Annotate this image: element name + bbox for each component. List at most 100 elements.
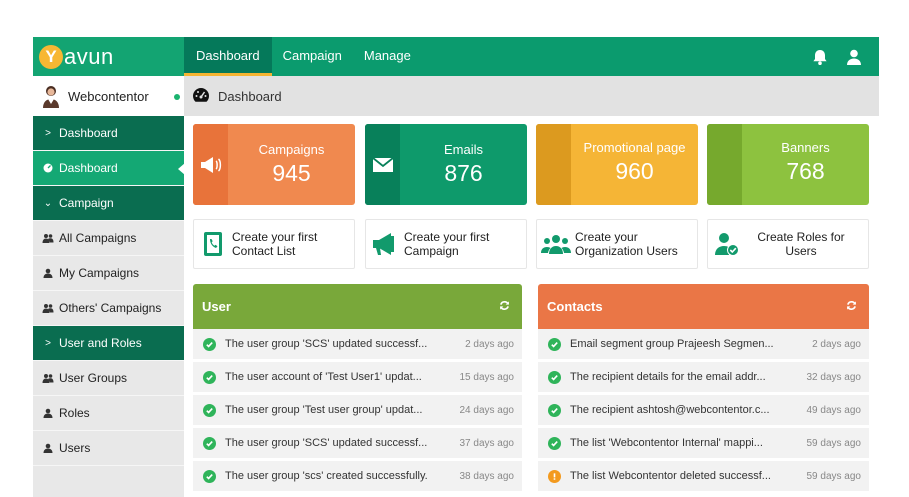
nav-campaign[interactable]: Campaign [272,37,353,76]
stat-card-label: Promotional page [583,140,686,155]
activity-text: The user group 'scs' created successfull… [225,470,428,482]
chevron-right-icon: > [45,337,51,349]
list-item[interactable]: The recipient details for the email addr… [538,362,869,395]
logo[interactable]: Y avun [33,37,184,76]
stat-card-label: Campaigns [258,142,325,157]
list-item[interactable]: The user group 'SCS' updated successf...… [193,329,522,362]
sidebar-item-users[interactable]: Users [33,431,184,466]
panel-header: User [193,284,522,329]
quick-action-organization-users[interactable]: Create your Organization Users [536,219,698,269]
sidebar-section-user-and-roles[interactable]: > User and Roles [33,326,184,361]
list-item[interactable]: The user group 'Test user group' updat..… [193,395,522,428]
sidebar-item-others-campaigns[interactable]: Others' Campaigns [33,291,184,326]
activity-text: Email segment group Prajeesh Segmen... [570,338,774,350]
sidebar-item-roles[interactable]: Roles [33,396,184,431]
sidebar-section-campaign[interactable]: ⌄ Campaign [33,186,184,221]
chevron-right-icon: > [45,127,51,139]
quick-action-campaign[interactable]: Create your first Campaign [365,219,527,269]
sidebar-item-all-campaigns[interactable]: All Campaigns [33,221,184,256]
list-item[interactable]: The user account of 'Test User1' updat..… [193,362,522,395]
nav-dashboard[interactable]: Dashboard [184,37,272,76]
list-item[interactable]: The recipient ashtosh@webcontentor.c... 4… [538,395,869,428]
quick-action-line: Create your first [404,230,490,244]
list-item[interactable]: The user group 'SCS' updated successf...… [193,428,522,461]
activity-time: 32 days ago [806,371,862,383]
group-icon [537,234,575,254]
user-activity-panel: User The user group 'SCS' updated succes… [193,284,522,494]
list-item[interactable]: The list Webcontentor deleted successf..… [538,461,869,494]
list-item[interactable]: The user group 'scs' created successfull… [193,461,522,494]
stat-card-banners[interactable]: Banners 768 [707,124,869,205]
quick-action-contact-list[interactable]: Create your first Contact List [193,219,355,269]
sidebar-item-label: Others' Campaigns [59,301,162,315]
quick-action-text: Create your first Campaign [404,230,489,258]
sidebar-item-my-campaigns[interactable]: My Campaigns [33,256,184,291]
user-icon [41,408,55,418]
avatar [41,84,61,108]
stat-card-value: 960 [615,158,654,184]
sidebar: Webcontentor > Dashboard Dashboard ⌄ Cam… [33,76,185,497]
card-accent [536,124,571,205]
activity-text: The user account of 'Test User1' updat..… [225,371,422,383]
activity-time: 37 days ago [459,437,515,449]
quick-action-line: Create your first [232,230,318,244]
sidebar-item-label: Roles [59,406,90,420]
online-status-dot [174,94,180,100]
activity-time: 15 days ago [459,371,515,383]
stat-card-emails[interactable]: Emails 876 [365,124,527,205]
activity-text: The list Webcontentor deleted successf..… [570,470,771,482]
quick-action-line: Users [785,244,817,258]
check-circle-icon [203,403,216,417]
sidebar-section-dashboard[interactable]: > Dashboard [33,116,184,151]
user-icon [41,443,55,453]
stat-card-value: 768 [786,158,825,184]
quick-action-roles[interactable]: Create Roles for Users [707,219,869,269]
check-circle-icon [203,337,216,351]
activity-time: 38 days ago [459,470,515,482]
app-window: Y avun Dashboard Campaign Manage Webcont… [33,37,879,497]
megaphone-icon [193,124,228,205]
refresh-icon[interactable] [846,299,857,314]
stat-card-promotional-page[interactable]: Promotional page 960 [536,124,698,205]
quick-action-text: Create your Organization Users [575,230,678,258]
activity-time: 2 days ago [812,338,861,350]
sidebar-item-label: Users [59,441,91,455]
quick-action-line: Contact List [232,244,296,258]
nav-manage[interactable]: Manage [353,37,422,76]
profile-icon[interactable] [845,48,863,66]
sidebar-item-user-groups[interactable]: User Groups [33,361,184,396]
users-icon [41,303,55,313]
check-circle-icon [548,370,561,384]
dashboard-icon [192,87,210,106]
user-icon [41,268,55,278]
sidebar-item-label: Campaign [59,196,114,210]
quick-action-line: Create Roles for [757,230,845,244]
users-icon [41,373,55,383]
contacts-activity-panel: Contacts Email segment group Prajeesh Se… [538,284,869,494]
list-item[interactable]: Email segment group Prajeesh Segmen... 2 … [538,329,869,362]
panel-title: Contacts [547,299,603,314]
sidebar-item-dashboard[interactable]: Dashboard [33,151,185,186]
list-item[interactable]: The list 'Webcontentor Internal' mappi..… [538,428,869,461]
stat-card-value: 876 [444,160,483,186]
activity-text: The recipient ashtosh@webcontentor.c... [570,404,770,416]
bell-icon[interactable] [811,48,829,66]
logo-text: avun [64,43,114,69]
dashboard-icon [41,163,55,173]
activity-time: 59 days ago [806,470,862,482]
activity-text: The user group 'SCS' updated successf... [225,338,428,350]
activity-text: The recipient details for the email addr… [570,371,766,383]
top-bar: Y avun Dashboard Campaign Manage [33,37,879,76]
user-profile[interactable]: Webcontentor [33,76,184,116]
envelope-icon [365,124,400,205]
sidebar-item-label: All Campaigns [59,231,137,245]
stat-card-label: Banners [781,140,830,155]
sidebar-item-label: User Groups [59,371,128,385]
panel-title: User [202,299,231,314]
user-name: Webcontentor [68,88,149,104]
refresh-icon[interactable] [499,299,510,314]
breadcrumb: Dashboard [184,76,879,116]
main-nav: Dashboard Campaign Manage [184,37,422,76]
stat-card-campaigns[interactable]: Campaigns 945 [193,124,355,205]
check-circle-icon [203,436,216,450]
